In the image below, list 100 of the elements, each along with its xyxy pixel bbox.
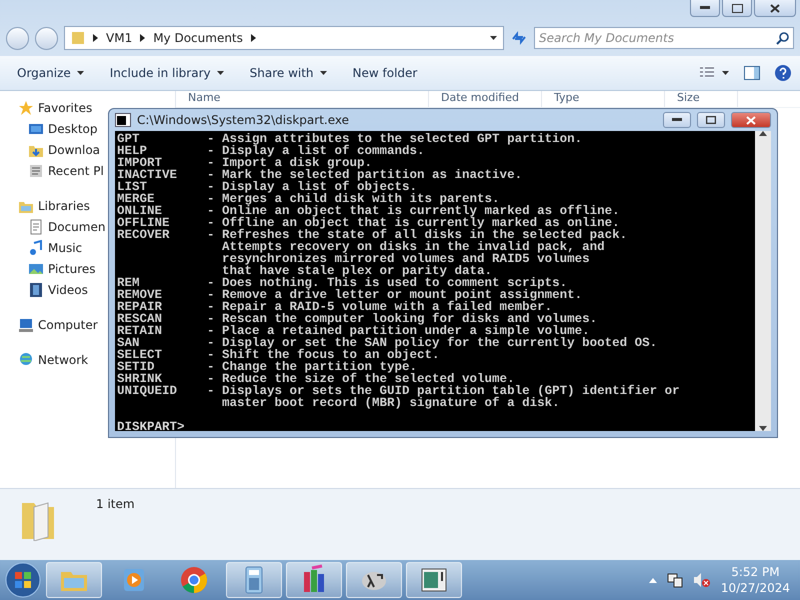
toolbar-button[interactable]: Organize	[8, 62, 93, 84]
item-count: 1 item	[96, 497, 135, 511]
breadcrumb[interactable]: VM1	[106, 31, 132, 45]
toolbar-button[interactable]: Share with	[240, 62, 336, 84]
scrollbar[interactable]	[755, 131, 771, 431]
close-button[interactable]	[754, 0, 796, 17]
window-title: C:\Windows\System32\diskpart.exe	[137, 113, 350, 127]
sidebar-item[interactable]: Videos	[28, 279, 88, 300]
console-line: master boot record (MBR) signature of a disk.	[221, 397, 560, 409]
search-icon[interactable]	[776, 32, 789, 45]
console-line: RETAIN - Place a retained partition under a simple volume.	[117, 325, 590, 337]
close-icon	[770, 4, 780, 12]
scroll-down-icon[interactable]	[759, 426, 767, 431]
sidebar-item[interactable]: Pictures	[28, 258, 96, 279]
chrome-icon	[178, 564, 210, 596]
minimize-button[interactable]	[690, 0, 720, 17]
console-line: GPT - Assign attributes to the selected GPT partition.	[117, 133, 584, 145]
sidebar-label: Documen	[48, 220, 106, 234]
sidebar-item[interactable]: Documen	[28, 216, 106, 237]
taskbar-button[interactable]	[406, 562, 462, 598]
sidebar-item[interactable]: Network	[18, 349, 88, 370]
volume-muted-icon[interactable]	[692, 572, 711, 588]
console-line: RESCAN - Rescan the computer looking for disks and volumes.	[117, 313, 598, 325]
address-bar[interactable]: VM1 My Documents	[64, 26, 504, 50]
console-line: OFFLINE - Offline an object that is currently marked as online.	[117, 217, 620, 229]
taskbar-button[interactable]	[346, 562, 402, 598]
tray-expand-icon[interactable]	[648, 578, 657, 582]
console-line: ONLINE - Online an object that is currently marked as offline.	[117, 205, 621, 217]
minimize-icon	[672, 118, 682, 122]
console-line: REPAIR - Repair a RAID-5 volume with a failed member.	[117, 301, 552, 313]
console-line: INACTIVE - Mark the selected partition as inactive.	[117, 169, 524, 181]
console-line: SELECT - Shift the focus to an object.	[117, 349, 441, 361]
sidebar-item[interactable]: Favorites	[18, 97, 92, 118]
console-line: that have stale plex or parity data.	[221, 265, 492, 277]
console-line: HELP - Display a list of commands.	[117, 145, 426, 157]
sidebar-label: Favorites	[38, 100, 92, 114]
sidebar-label: Music	[48, 240, 82, 254]
start-button[interactable]	[4, 561, 42, 599]
scroll-up-icon[interactable]	[759, 131, 767, 136]
sidebar-label: Recent Pl	[48, 164, 104, 178]
taskbar-button[interactable]	[286, 562, 342, 598]
console-line: SHRINK - Reduce the size of the selected volume.	[117, 373, 515, 385]
close-button[interactable]	[731, 112, 771, 128]
caret-icon	[76, 71, 84, 75]
preview-pane-icon[interactable]	[744, 66, 760, 80]
minimize-button[interactable]	[663, 112, 691, 128]
sidebar-label: Pictures	[48, 262, 96, 276]
search-field[interactable]: Search My Documents	[534, 27, 794, 49]
sidebar-label: Desktop	[48, 122, 98, 136]
toolbar-button[interactable]: New folder	[344, 62, 426, 84]
sidebar-label: Computer	[38, 318, 98, 332]
column-header[interactable]: Date modified	[429, 91, 542, 107]
console-line: resynchronizes mirrored volumes and RAID5 volumes	[221, 253, 591, 265]
music-icon	[28, 240, 44, 256]
favorites-icon	[18, 100, 34, 116]
console-line: REMOVE - Remove a drive letter or mount point assignment.	[117, 289, 584, 301]
caret-icon	[216, 71, 224, 75]
console-line: SETID - Change the partition type.	[117, 361, 418, 373]
console-icon	[115, 113, 131, 127]
sidebar-label: Network	[38, 352, 88, 366]
documents-icon	[28, 218, 44, 234]
network-icon	[18, 352, 34, 368]
videos-icon	[28, 282, 44, 298]
chevron-icon[interactable]	[250, 34, 256, 42]
computer-icon	[18, 316, 34, 332]
sidebar-label: Libraries	[38, 198, 90, 212]
console-line: LIST - Display a list of objects.	[117, 181, 418, 193]
view-options-icon[interactable]	[700, 67, 730, 79]
column-header[interactable]: Size	[665, 91, 738, 107]
sidebar-item[interactable]: Desktop	[28, 118, 98, 139]
network-icon[interactable]	[666, 572, 683, 588]
sidebar-item[interactable]: Downloa	[28, 139, 100, 160]
refresh-icon[interactable]	[510, 30, 528, 46]
recent-icon	[28, 162, 44, 178]
column-header[interactable]: Type	[542, 91, 665, 107]
console-line: REM - Does nothing. This is used to comment scripts.	[117, 277, 568, 289]
sidebar-label: Videos	[48, 282, 88, 296]
restore-icon	[732, 4, 742, 12]
close-icon	[746, 116, 756, 124]
dropdown-icon[interactable]	[490, 36, 497, 40]
maximize-button[interactable]	[697, 112, 725, 128]
sidebar-item[interactable]: Libraries	[18, 195, 90, 216]
console-line: Attempts recovery on disks in the invalid pack, and	[221, 241, 605, 253]
maximize-button[interactable]	[722, 0, 752, 17]
sidebar-item[interactable]: Computer	[18, 314, 98, 335]
minimize-icon	[700, 6, 710, 10]
help-icon[interactable]	[774, 64, 792, 82]
clock-time: 5:52 PM	[731, 564, 780, 580]
console-line: UNIQUEID - Displays or sets the GUID partition table (GPT) identifier or	[117, 385, 681, 397]
sidebar-item[interactable]: Music	[28, 237, 82, 258]
toolbar-button[interactable]: Include in library	[100, 62, 233, 84]
clock-date: 10/27/2024	[720, 580, 790, 596]
caret-icon	[320, 71, 327, 75]
sidebar-item[interactable]: Recent Pl	[28, 160, 104, 181]
column-header[interactable]: Name	[176, 91, 429, 107]
console-line: SAN - Display or set the SAN policy for the currently booted OS.	[117, 337, 658, 349]
chevron-icon[interactable]	[140, 34, 146, 42]
sidebar-label: Downloa	[48, 142, 100, 156]
breadcrumb[interactable]: My Documents	[153, 31, 243, 45]
chevron-icon[interactable]	[93, 34, 98, 42]
